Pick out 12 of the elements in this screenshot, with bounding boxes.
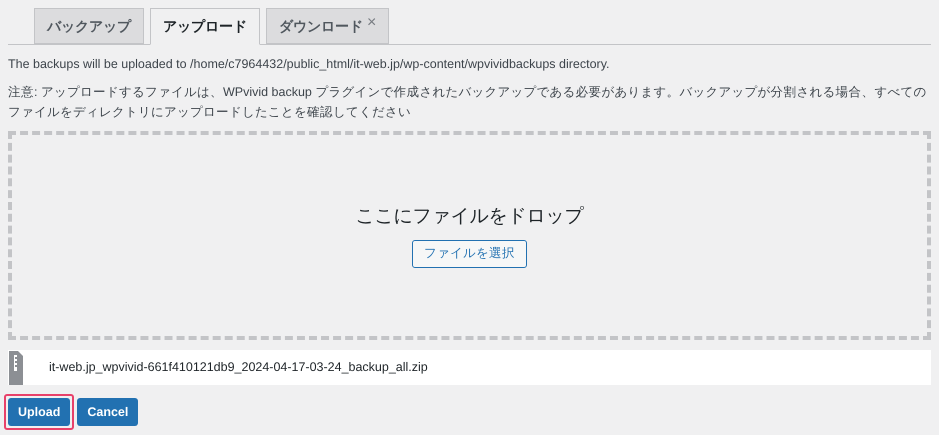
file-name: it-web.jp_wpvivid-661f410121db9_2024-04-17-03-24_backup_all.zip <box>49 359 428 376</box>
tab[interactable]: アップロード <box>150 8 260 45</box>
drop-title: ここにファイルをドロップ <box>356 205 584 230</box>
upload-button[interactable]: Upload <box>8 398 70 426</box>
tab[interactable]: ダウンロード × <box>266 8 390 44</box>
cancel-button[interactable]: Cancel <box>77 398 138 426</box>
tab[interactable]: バックアップ <box>34 8 144 44</box>
path-notice: The backups will be uploaded to /home/c7964432/public_html/it-web.jp/wp-content/wpvividbackups directory. <box>8 56 610 72</box>
select-file-button[interactable]: ファイルを選択 <box>412 240 527 268</box>
note-text: 注意: アップロードするファイルは、WPvivid backup プラグインで作成されたバックアップである必要があります。バックアップが分割される場合、すべてのファイルをディレクトリにアップロードしたことを確認してください <box>8 84 928 121</box>
drop-zone[interactable]: ここにファイルをドロップ ファイルを選択 <box>8 131 931 340</box>
close-icon[interactable]: × <box>367 15 376 31</box>
